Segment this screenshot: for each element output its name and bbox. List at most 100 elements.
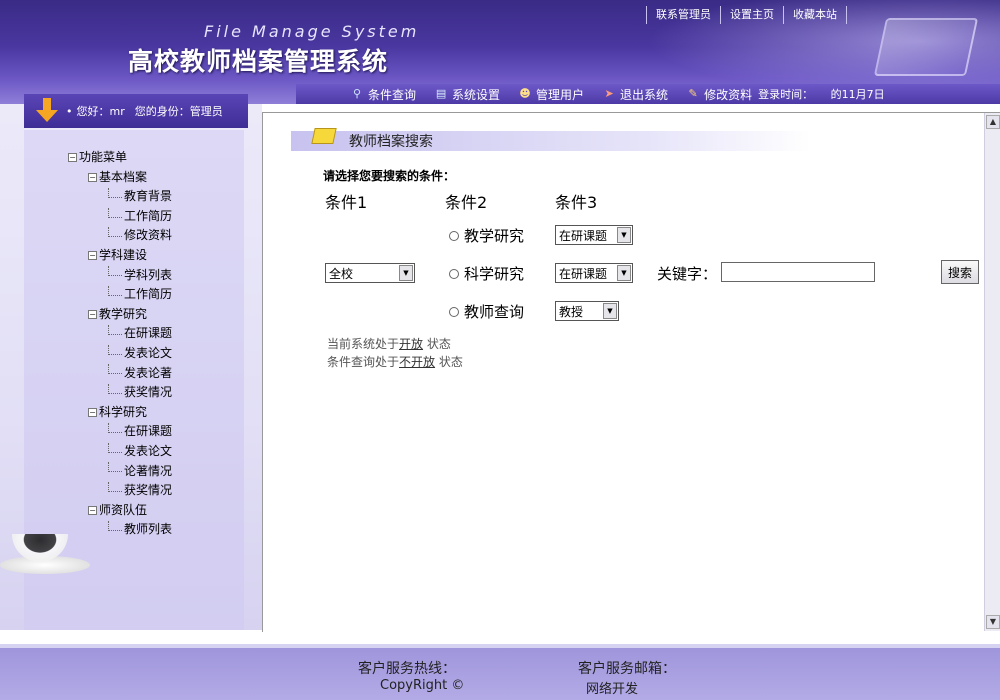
menu-group-teaching-research[interactable]: − 教学研究	[88, 305, 172, 325]
nav-manage-users[interactable]: ☻ 管理用户	[518, 86, 584, 103]
radio-circle-icon[interactable]	[449, 230, 459, 241]
radio-science-research[interactable]: 科学研究	[449, 263, 524, 284]
nav-bar: ⚲ 条件查询 ▤ 系统设置 ☻ 管理用户 ➤ 退出系统 ✎ 修改资料 登录时间：…	[296, 84, 1000, 104]
status-prefix: 当前系统处于	[327, 337, 400, 351]
tree-connector	[108, 442, 122, 453]
contact-admin-link[interactable]: 联系管理员	[646, 6, 720, 24]
network-dev: 网络开发	[586, 682, 639, 697]
status-suffix: 状态	[438, 355, 463, 369]
collapse-icon[interactable]: −	[88, 172, 97, 182]
menu-item-edit-profile[interactable]: 修改资料	[108, 226, 172, 246]
login-time: 登录时间： 的11月7日	[758, 86, 885, 102]
search-prompt: 请选择您要搜索的条件：	[323, 169, 456, 183]
menu-group-label: 基本档案	[99, 169, 148, 184]
scope-select[interactable]: 全校 ▼	[325, 263, 415, 283]
menu-item-label: 工作简历	[124, 287, 173, 302]
menu-item-published-papers[interactable]: 发表论文	[108, 344, 172, 364]
dropdown-arrow-icon[interactable]: ▼	[603, 303, 617, 319]
dropdown-arrow-icon[interactable]: ▼	[617, 227, 631, 243]
tree-connector	[108, 344, 122, 355]
menu-item-work-resume[interactable]: 工作简历	[108, 207, 172, 227]
teaching-type-value: 在研课题	[559, 228, 608, 243]
condition-2-heading: 条件2	[445, 193, 488, 212]
collapse-icon[interactable]: −	[88, 505, 97, 515]
laptop-graphic	[873, 18, 979, 76]
menu-item-label: 修改资料	[124, 228, 173, 243]
menu-item-works-status[interactable]: 论著情况	[108, 462, 172, 482]
menu-item-label: 发表论著	[124, 365, 173, 380]
menu-item-awards[interactable]: 获奖情况	[108, 383, 172, 403]
menu-item-published-works[interactable]: 发表论著	[108, 364, 172, 384]
tree-connector	[108, 423, 122, 434]
tree-connector	[108, 187, 122, 198]
tree-connector	[108, 227, 122, 238]
menu-item-education[interactable]: 教育背景	[108, 187, 172, 207]
menu-item-published-papers-2[interactable]: 发表论文	[108, 442, 172, 462]
menu-item-label: 发表论文	[124, 345, 173, 360]
tree-connector	[108, 383, 122, 394]
nav-label: 条件查询	[368, 87, 417, 102]
dropdown-arrow-icon[interactable]: ▼	[399, 265, 413, 281]
menu-group-faculty[interactable]: − 师资队伍	[88, 501, 172, 521]
menu-item-label: 获奖情况	[124, 385, 173, 400]
menu-item-label: 在研课题	[124, 326, 173, 341]
set-homepage-link[interactable]: 设置主页	[720, 6, 783, 24]
menu-group-basic-archive[interactable]: − 基本档案	[88, 168, 172, 188]
tree-connector	[108, 285, 122, 296]
site-title: 高校教师档案管理系统	[128, 47, 389, 76]
user-role: 您的身份：管理员	[134, 105, 223, 118]
menu-group-discipline[interactable]: − 学科建设	[88, 246, 172, 266]
menu-item-awards-2[interactable]: 获奖情况	[108, 481, 172, 501]
english-title: File Manage System	[204, 22, 420, 41]
menu-item-label: 学科列表	[124, 267, 173, 282]
users-icon: ☻	[519, 87, 531, 100]
menu-item-ongoing-projects-2[interactable]: 在研课题	[108, 422, 172, 442]
top-links: 联系管理员 设置主页 收藏本站	[646, 6, 847, 24]
menu-group-science-research[interactable]: − 科学研究	[88, 403, 172, 423]
dropdown-arrow-icon[interactable]: ▼	[617, 265, 631, 281]
teacher-title-value: 教授	[559, 304, 584, 319]
vertical-scrollbar[interactable]: ▲ ▼	[984, 113, 1000, 631]
scroll-down-icon[interactable]: ▼	[986, 615, 1000, 629]
collapse-icon[interactable]: −	[68, 153, 77, 163]
menu-item-label: 在研课题	[124, 424, 173, 439]
bookmark-site-link[interactable]: 收藏本站	[783, 6, 847, 24]
menu-item-label: 工作简历	[124, 208, 173, 223]
status-suffix: 状态	[426, 337, 451, 351]
radio-circle-icon[interactable]	[449, 306, 459, 317]
login-time-label: 登录时间：	[758, 88, 814, 101]
teacher-title-select[interactable]: 教授 ▼	[555, 301, 619, 321]
search-button[interactable]: 搜索	[941, 260, 979, 284]
radio-label: 教学研究	[464, 227, 525, 245]
menu-item-teacher-list[interactable]: 教师列表	[108, 520, 172, 540]
tree-connector	[108, 481, 122, 492]
function-menu-tree: − 功能菜单 − 基本档案 教育背景 工作简历 修改资料 − 学科建设 学科列表…	[68, 148, 172, 540]
nav-exit-system[interactable]: ➤ 退出系统	[602, 86, 668, 103]
nav-condition-search[interactable]: ⚲ 条件查询	[350, 86, 416, 103]
science-type-select[interactable]: 在研课题 ▼	[555, 263, 633, 283]
radio-teacher-query[interactable]: 教师查询	[449, 301, 524, 322]
computer-settings-icon: ▤	[435, 87, 447, 100]
keyword-input[interactable]	[721, 262, 875, 282]
exit-icon: ➤	[604, 87, 614, 100]
collapse-icon[interactable]: −	[88, 310, 97, 320]
menu-item-work-resume-2[interactable]: 工作简历	[108, 285, 172, 305]
nav-edit-profile[interactable]: ✎ 修改资料	[686, 86, 752, 103]
collapse-icon[interactable]: −	[88, 251, 97, 261]
menu-item-label: 获奖情况	[124, 483, 173, 498]
bullet-icon: •	[66, 104, 73, 118]
collapse-icon[interactable]: −	[88, 408, 97, 418]
menu-item-discipline-list[interactable]: 学科列表	[108, 266, 172, 286]
scroll-up-icon[interactable]: ▲	[986, 115, 1000, 129]
system-open-status: 开放	[399, 337, 424, 351]
menu-item-ongoing-projects[interactable]: 在研课题	[108, 324, 172, 344]
menu-item-label: 教育背景	[124, 189, 173, 204]
teaching-type-select[interactable]: 在研课题 ▼	[555, 225, 633, 245]
nav-system-settings[interactable]: ▤ 系统设置	[434, 86, 500, 103]
user-greeting: 您好：mr	[76, 105, 125, 118]
menu-root[interactable]: − 功能菜单	[68, 148, 172, 168]
user-info-bar: • 您好：mr 您的身份：管理员	[24, 94, 248, 128]
radio-circle-icon[interactable]	[449, 268, 459, 279]
radio-teaching-research[interactable]: 教学研究	[449, 225, 524, 246]
menu-group-label: 师资队伍	[99, 502, 148, 517]
